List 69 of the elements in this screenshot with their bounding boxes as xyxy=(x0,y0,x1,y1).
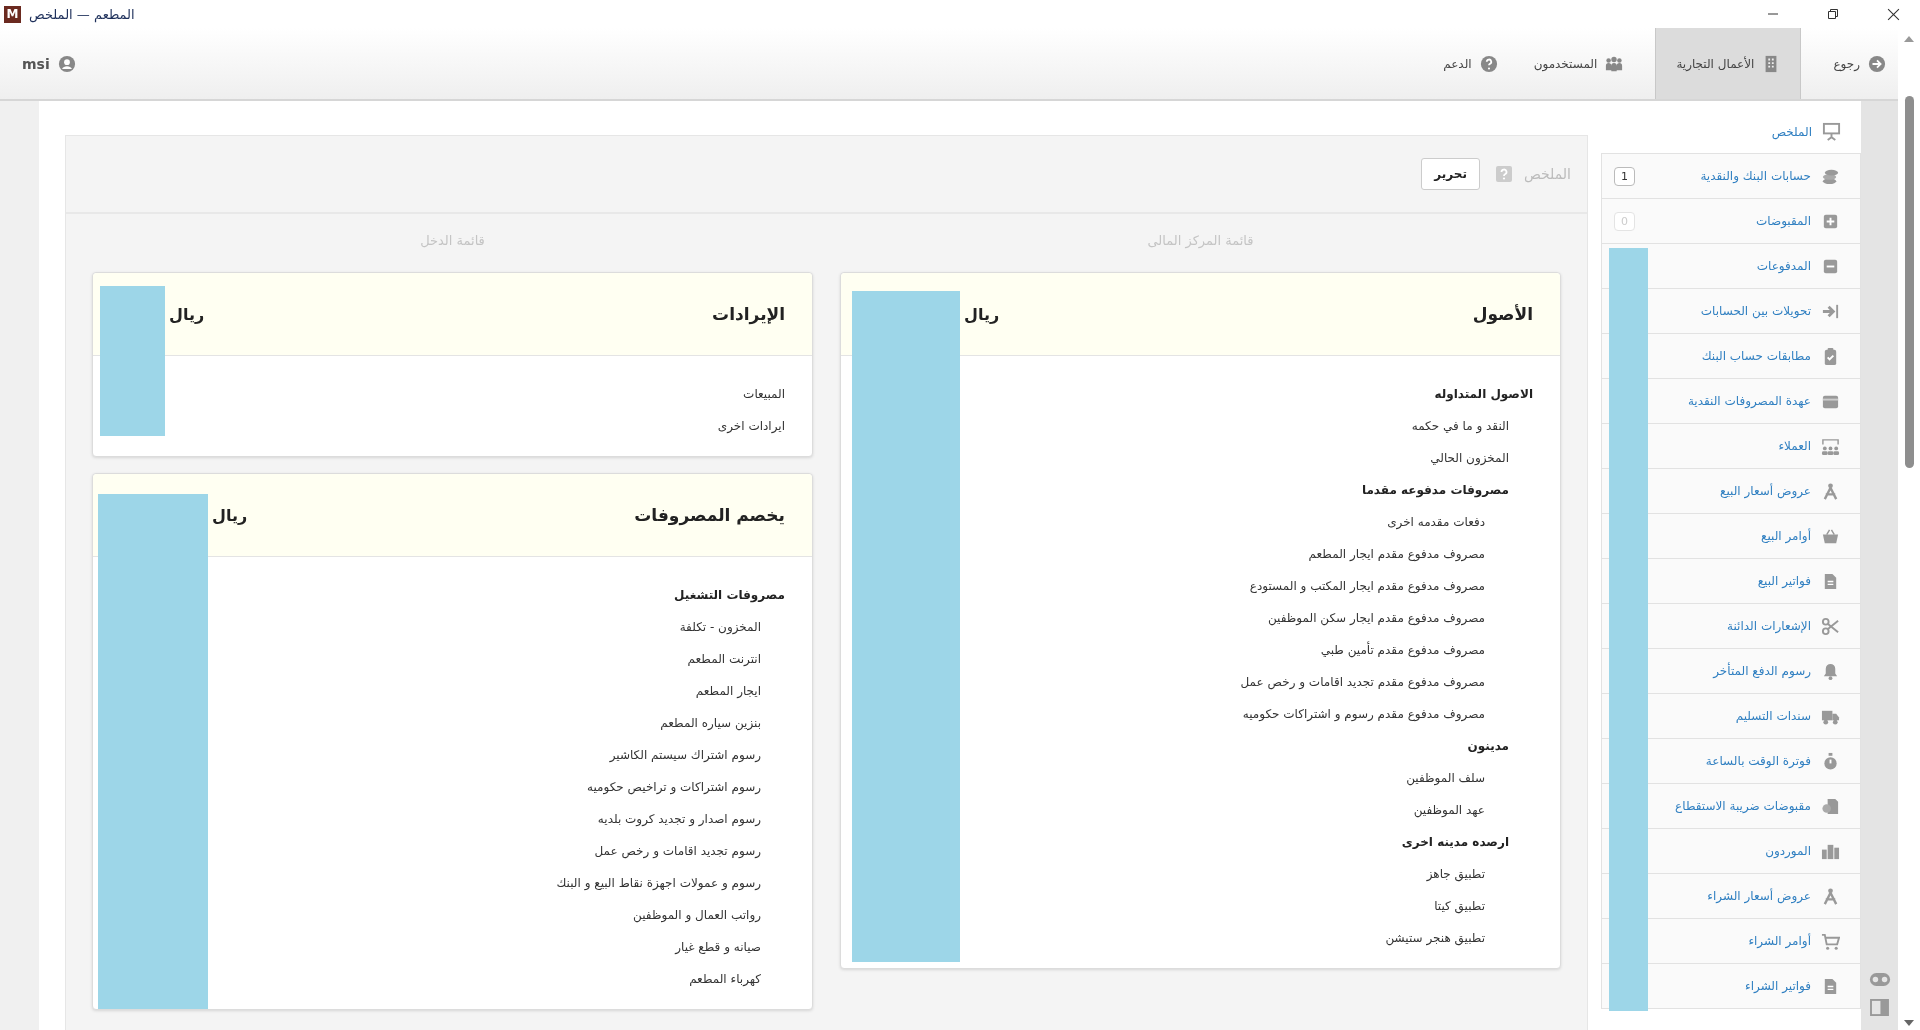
account-label[interactable]: رسوم اصدار و تجديد كروت بلديه xyxy=(597,812,761,826)
account-label[interactable]: صيانه و قطع غيار xyxy=(675,940,761,954)
account-label[interactable]: النقد و ما في حكمه xyxy=(1411,419,1509,433)
scissors-icon xyxy=(1821,616,1840,636)
help-icon xyxy=(1479,54,1498,73)
account-label[interactable]: تطبيق هنجر ستيشن xyxy=(1385,931,1485,945)
account-label[interactable]: المبيعات xyxy=(743,387,785,401)
nav-tab[interactable]: رجوع xyxy=(1815,28,1898,99)
account-label[interactable]: ايرادات اخرى xyxy=(717,419,785,433)
nav-tab[interactable]: الأعمال التجارية xyxy=(1655,28,1802,99)
scrollbar-thumb[interactable] xyxy=(1904,96,1914,468)
currency-label: ريال xyxy=(169,304,205,324)
account-label[interactable]: رواتب العمال و الموظفين xyxy=(633,908,761,922)
compass-icon xyxy=(1821,886,1840,906)
account-label[interactable]: رسوم اشتراكات و تراخيص حكوميه xyxy=(587,780,761,794)
account-label[interactable]: دفعات مقدمه اخرى xyxy=(1387,515,1485,529)
scroll-up-arrow[interactable] xyxy=(1904,36,1914,42)
group-icon xyxy=(1821,436,1840,456)
account-label[interactable]: مصروف مدفوع مقدم ايجار المكتب و المستودع xyxy=(1249,579,1485,593)
account-label[interactable]: رسوم اشتراك سيستم الكاشير xyxy=(609,748,761,762)
account-label[interactable]: انترنت المطعم xyxy=(687,652,761,666)
account-label[interactable]: مصروف مدفوع مقدم تجديد اقامات و رخص عمل xyxy=(1240,675,1485,689)
account-label[interactable]: كهرباء المطعم xyxy=(689,972,761,986)
account-label[interactable]: ارصده مدينه اخرى xyxy=(1401,835,1509,849)
account-label[interactable]: سلف الموظفين xyxy=(1406,771,1485,785)
user-icon xyxy=(57,54,76,73)
restore-icon[interactable] xyxy=(1827,8,1839,20)
scroll-down-arrow[interactable] xyxy=(1904,1020,1914,1026)
panel-title: الملخص xyxy=(1523,166,1571,182)
window-title: المطعم — الملخص xyxy=(29,6,135,22)
bell-icon xyxy=(1821,661,1840,681)
close-icon[interactable] xyxy=(1887,7,1900,21)
card-title: الأصول xyxy=(1472,304,1533,324)
stopwatch-icon xyxy=(1821,751,1840,771)
currency-label: ريال xyxy=(212,505,248,525)
account-label[interactable]: المخزون الحالي xyxy=(1430,451,1509,465)
account-label[interactable]: مصروف مدفوع مقدم رسوم و اشتراكات حكوميه xyxy=(1242,707,1485,721)
cart-icon xyxy=(1821,931,1840,951)
account-label[interactable]: رسوم تجديد اقامات و رخص عمل xyxy=(594,844,761,858)
account-label[interactable]: الاصول المتداوله xyxy=(1434,387,1533,401)
user-menu[interactable]: msi xyxy=(0,28,98,99)
account-label[interactable]: مصروف مدفوع مقدم تأمين طبي xyxy=(1320,643,1485,657)
card-title: يخصم المصروفات xyxy=(634,505,785,525)
account-label[interactable]: مصروفات التشغيل xyxy=(674,588,785,602)
account-label[interactable]: مصروفات مدفوعه مقدما xyxy=(1361,483,1509,497)
account-label[interactable]: تطبيق كيتا xyxy=(1434,899,1485,913)
account-label[interactable]: بنزين سياره المطعم xyxy=(660,716,761,730)
app-icon: M xyxy=(4,5,21,23)
edit-button[interactable]: تحرير xyxy=(1421,158,1480,190)
account-label[interactable]: رسوم و عمولات اجهزة نقاط البيع و البنك xyxy=(556,876,761,890)
compass-icon xyxy=(1821,481,1840,501)
account-label[interactable]: تطبيق جاهز xyxy=(1426,867,1485,881)
arrow-circle-icon xyxy=(1868,54,1886,73)
count-badge: 1 xyxy=(1614,166,1635,186)
card-title: الإيرادات xyxy=(712,304,785,324)
easel-icon xyxy=(1822,122,1841,141)
users-icon xyxy=(1605,54,1624,73)
account-label[interactable]: المخزون - تكلفة xyxy=(679,620,761,634)
side-panel-icon[interactable] xyxy=(1870,999,1889,1016)
account-label[interactable]: عهد الموظفين xyxy=(1413,803,1485,817)
nav-tab[interactable]: المستخدمون xyxy=(1515,28,1642,99)
account-label[interactable]: مدينون xyxy=(1467,739,1509,753)
account-label[interactable]: ايجار المطعم xyxy=(695,684,761,698)
nav-tab[interactable]: الدعم xyxy=(1425,28,1516,99)
currency-label: ريال xyxy=(964,304,1000,324)
link-icon[interactable] xyxy=(1868,972,1891,987)
document-shapes-icon xyxy=(1821,796,1840,816)
account-label[interactable]: مصروف مدفوع مقدم ايجار سكن الموظفين xyxy=(1268,611,1485,625)
account-label[interactable]: مصروف مدفوع مقدم ايجار المطعم xyxy=(1308,547,1485,561)
